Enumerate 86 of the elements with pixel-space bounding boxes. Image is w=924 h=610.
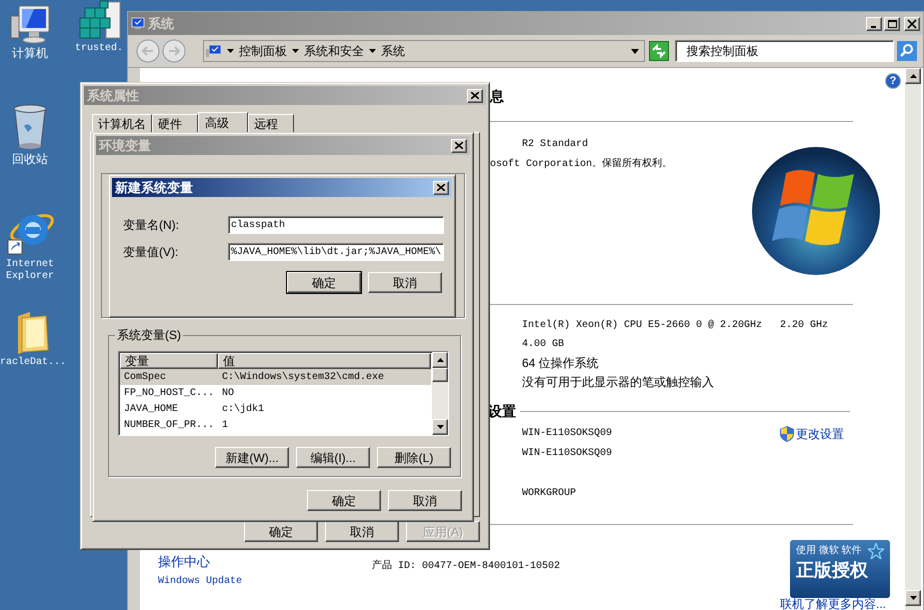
close-button[interactable] (467, 88, 483, 102)
action-button[interactable]: 编辑(I)... (296, 447, 370, 468)
refresh-arrows-icon[interactable] (649, 41, 670, 61)
action-button[interactable]: 删除(L) (377, 447, 451, 468)
close-button[interactable] (451, 138, 467, 152)
monitor-icon (206, 44, 222, 58)
window-title: 系统属性 (87, 86, 139, 105)
down-arrow-icon[interactable] (910, 596, 916, 600)
window-title: 新建系统变量 (115, 178, 193, 197)
group-label: 系统变量(S) (115, 328, 183, 342)
input-field[interactable]: %JAVA_HOME%\lib\dt.jar;%JAVA_HOME%\ (228, 243, 444, 261)
dialog-button: 应用(A) (406, 521, 480, 542)
breadcrumb-item[interactable]: 控制面板 (239, 42, 287, 60)
icon-label[interactable]: trusted. (74, 43, 123, 55)
close-icon[interactable] (471, 92, 479, 99)
column-header[interactable]: 值 (218, 353, 431, 369)
caret-icon[interactable] (227, 49, 234, 53)
dialog-button[interactable]: 确定 (307, 490, 381, 511)
spec-text: 4.00 GB (522, 338, 564, 352)
tab[interactable]: 硬件 (152, 114, 198, 132)
close-icon[interactable] (906, 18, 918, 28)
dialog-button[interactable]: 取消 (325, 521, 399, 542)
field-label: 变量名(N): (123, 217, 180, 234)
spec-text: 64 位操作系统 (522, 355, 599, 372)
list-row[interactable]: ComSpec C:\Windows\system32\cmd.exe (120, 369, 431, 385)
workgroup-text: WORKGROUP (522, 487, 576, 502)
minimize-button[interactable] (866, 16, 882, 30)
scrollbar[interactable] (905, 68, 921, 610)
breadcrumb-item[interactable]: 系统和安全 (304, 42, 364, 60)
product-id-text: 产品 ID: 00477-OEM-8400101-10502 (372, 558, 560, 574)
tab[interactable]: 高级 (198, 112, 248, 132)
icon-label[interactable]: 回收站 (12, 153, 48, 165)
scrollbar[interactable] (432, 352, 448, 435)
dialog-button[interactable]: 取消 (368, 272, 442, 293)
window-title: 系统 (148, 14, 174, 33)
icon-label[interactable]: 计算机 (12, 47, 48, 59)
badge-title: 正版授权 (796, 559, 869, 582)
dropdown-caret-icon[interactable] (631, 48, 640, 54)
monitor-icon (131, 17, 145, 30)
shield-icon (780, 426, 794, 442)
computer-name: WIN-E110SOKSQ09 (522, 427, 614, 442)
input-field[interactable]: classpath (228, 216, 444, 234)
help-icon[interactable]: ? (885, 73, 901, 89)
dialog-button[interactable]: 确定 (287, 272, 361, 293)
folder-icon[interactable] (16, 310, 50, 354)
change-settings-link[interactable]: 更改设置 (796, 424, 844, 443)
icon-label[interactable]: racleDat... (0, 357, 66, 369)
icon-label[interactable]: Internet Explorer (6, 259, 54, 283)
up-arrow-icon[interactable] (910, 74, 916, 78)
edition-text: R2 Standard (522, 138, 588, 152)
breadcrumb-item[interactable]: 系统 (381, 42, 405, 60)
action-button[interactable]: 新建(W)... (215, 447, 289, 468)
search-field[interactable]: 搜索控制面板 (675, 40, 894, 62)
maximize-button[interactable] (884, 16, 900, 30)
scroll-thumb[interactable] (432, 368, 448, 382)
processor-speed: 2.20 GHz (780, 319, 828, 334)
dialog-button[interactable]: 确定 (244, 521, 318, 542)
up-arrow-icon[interactable] (436, 358, 444, 362)
spec-text: 没有可用于此显示器的笔或触控输入 (522, 374, 714, 392)
close-button[interactable] (904, 16, 920, 30)
window-title: 环境变量 (99, 136, 151, 155)
caret-icon[interactable] (292, 49, 299, 53)
caret-icon[interactable] (369, 49, 376, 53)
search-icon[interactable] (897, 41, 917, 61)
tab[interactable]: 计算机名 (92, 114, 152, 132)
maximize-icon[interactable] (886, 18, 898, 28)
close-icon[interactable] (455, 142, 463, 149)
close-button[interactable] (433, 180, 449, 194)
dialog-button[interactable]: 取消 (388, 490, 462, 511)
computer-icon[interactable] (9, 4, 51, 44)
down-arrow-icon[interactable] (436, 425, 444, 429)
processor-text: Intel(R) Xeon(R) CPU E5-2660 0 @ 2.20GHz (522, 318, 764, 334)
address-bar[interactable]: 控制面板 系统和安全 系统 (203, 40, 646, 62)
column-header[interactable]: 变量 (120, 353, 218, 369)
computer-name: WIN-E110SOKSQ09 (522, 447, 614, 462)
star-icon (868, 543, 884, 560)
sidebar-link[interactable]: Windows Update (158, 572, 242, 592)
badge-text: 使用 微软 软件 (796, 544, 862, 558)
copyright-text: osoft Corporation。保留所有权利。 (490, 156, 672, 172)
tab[interactable]: 远程 (248, 114, 294, 132)
section-heading: 息 (490, 87, 504, 106)
learn-more-link[interactable]: 联机了解更多内容... (780, 598, 886, 610)
trash-bin-icon[interactable] (12, 104, 48, 150)
close-icon[interactable] (437, 184, 445, 191)
field-label: 变量值(V): (123, 244, 180, 261)
sidebar-link[interactable]: 操作中心 (158, 552, 210, 572)
